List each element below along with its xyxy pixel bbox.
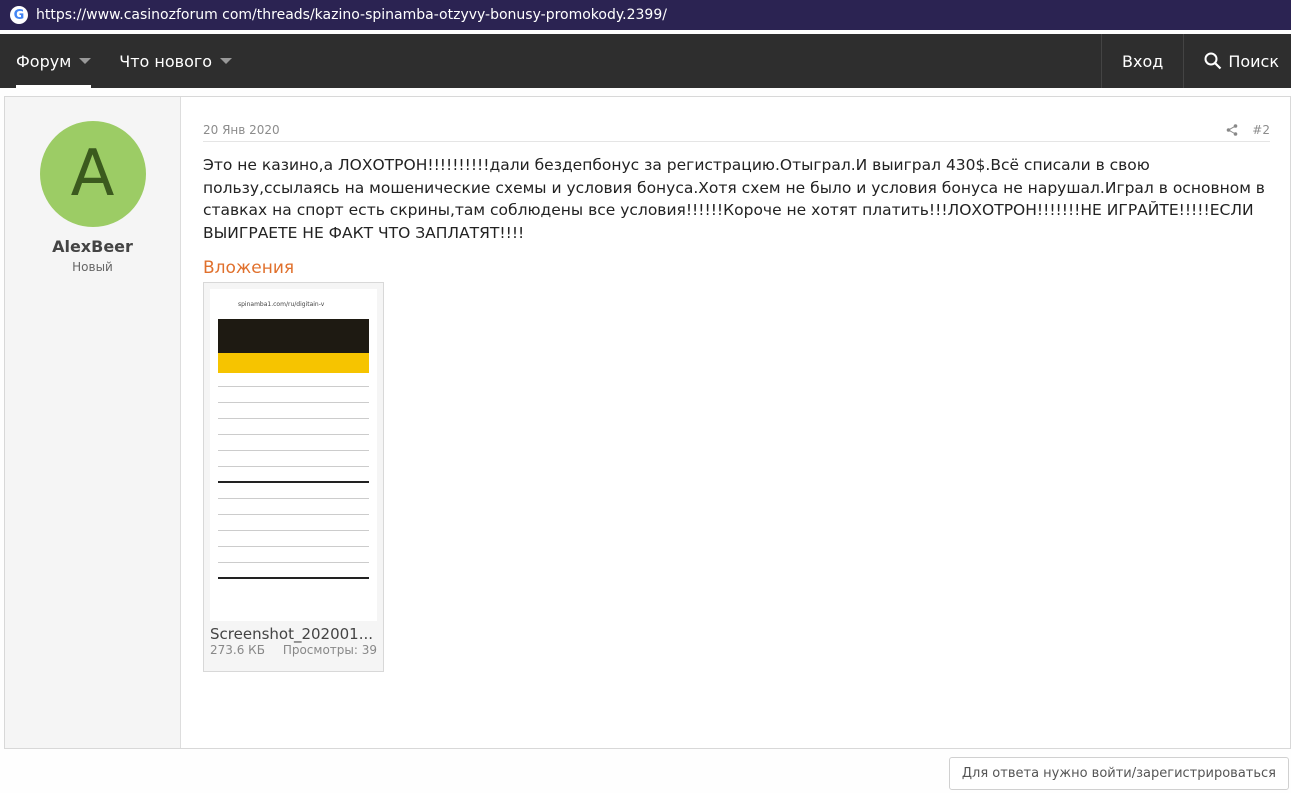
nav-whats-new-label: Что нового [119, 51, 213, 71]
google-icon: G [10, 6, 28, 24]
post-body: Это не казино,а ЛОХОТРОН!!!!!!!!!!дали б… [203, 156, 1265, 242]
thumb-url: spinamba1.com/ru/digitain-v [238, 301, 325, 308]
nav-forum[interactable]: Форум [8, 34, 99, 88]
search-button[interactable]: Поиск [1184, 34, 1291, 88]
nav-whats-new[interactable]: Что нового [111, 34, 240, 88]
chevron-down-icon[interactable] [220, 58, 233, 64]
reply-login-button[interactable]: Для ответа нужно войти/зарегистрироватьс… [948, 757, 1289, 790]
attachment-thumbnail[interactable]: spinamba1.com/ru/digitain-v [210, 289, 377, 621]
login-button[interactable]: Вход [1101, 34, 1185, 88]
attachment-card[interactable]: spinamba1.com/ru/digitain-v Screenshot_2… [203, 282, 384, 672]
user-title: Новый [72, 260, 113, 274]
attachments-heading: Вложения [203, 258, 295, 278]
avatar[interactable]: A [39, 121, 146, 227]
post-number[interactable]: #2 [1252, 123, 1270, 137]
top-nav: Форум Что нового Вход Поиск [0, 34, 1291, 88]
user-panel: A AlexBeer Новый [5, 97, 181, 748]
post-date[interactable]: 20 Янв 2020 [203, 123, 280, 137]
attachment-filename[interactable]: Screenshot_202001... [210, 625, 377, 643]
attachment-size: 273.6 КБ [210, 643, 265, 657]
login-label: Вход [1122, 51, 1164, 71]
forum-post: A AlexBeer Новый 20 Янв 2020 #2 Это не к… [4, 96, 1291, 749]
address-bar[interactable]: G https://www.casinozforum com/threads/k… [0, 0, 1291, 30]
search-icon [1204, 52, 1222, 70]
url-text[interactable]: https://www.casinozforum com/threads/kaz… [36, 7, 667, 23]
username[interactable]: AlexBeer [5, 237, 180, 256]
attachment-views: Просмотры: 39 [282, 643, 377, 657]
share-icon[interactable] [1226, 124, 1238, 136]
chevron-down-icon[interactable] [79, 58, 92, 64]
nav-forum-label: Форум [16, 51, 72, 71]
search-label: Поиск [1228, 51, 1279, 71]
